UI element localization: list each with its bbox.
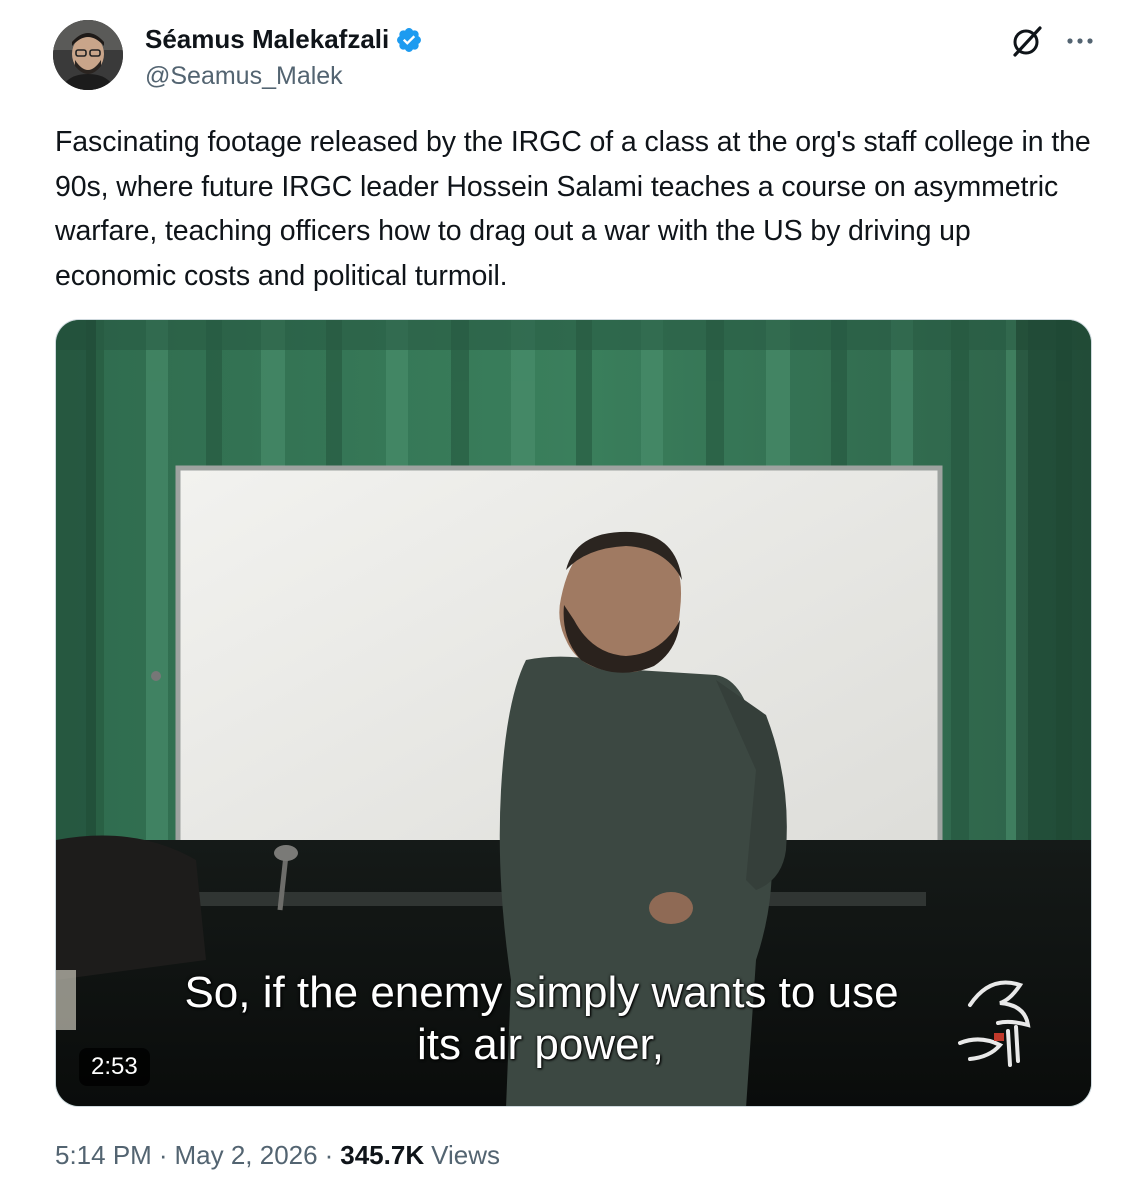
author-handle[interactable]: @Seamus_Malek <box>145 62 343 91</box>
tweet-text: Fascinating footage released by the IRGC… <box>55 126 1091 292</box>
channel-watermark-logo <box>930 965 1040 1075</box>
views-label: Views <box>431 1140 500 1170</box>
video-subtitle-line2: its air power, <box>417 1020 664 1069</box>
author-name-row: Séamus Malekafzali <box>145 24 423 55</box>
views-count[interactable]: 345.7K <box>340 1140 424 1171</box>
avatar-image <box>53 20 123 90</box>
tweet-meta: 5:14 PM · May 2, 2026 · 345.7K Views <box>55 1140 500 1171</box>
meta-separator: · <box>158 1140 168 1170</box>
video-player[interactable]: So, if the enemy simply wants to use its… <box>55 319 1092 1107</box>
tweet-time[interactable]: 5:14 PM <box>55 1140 152 1171</box>
video-subtitle-line1: So, if the enemy simply wants to use <box>184 968 899 1017</box>
tweet-card: Séamus Malekafzali @Seamus_Malek Fascina… <box>0 0 1138 1200</box>
grok-icon[interactable] <box>1010 24 1044 58</box>
more-options-icon[interactable] <box>1062 30 1098 52</box>
video-duration-badge: 2:53 <box>79 1048 150 1086</box>
author-display-name[interactable]: Séamus Malekafzali <box>145 24 389 55</box>
avatar[interactable] <box>53 20 123 90</box>
meta-separator: · <box>324 1140 334 1170</box>
tweet-date[interactable]: May 2, 2026 <box>175 1140 318 1171</box>
verified-badge-icon[interactable] <box>395 26 423 54</box>
